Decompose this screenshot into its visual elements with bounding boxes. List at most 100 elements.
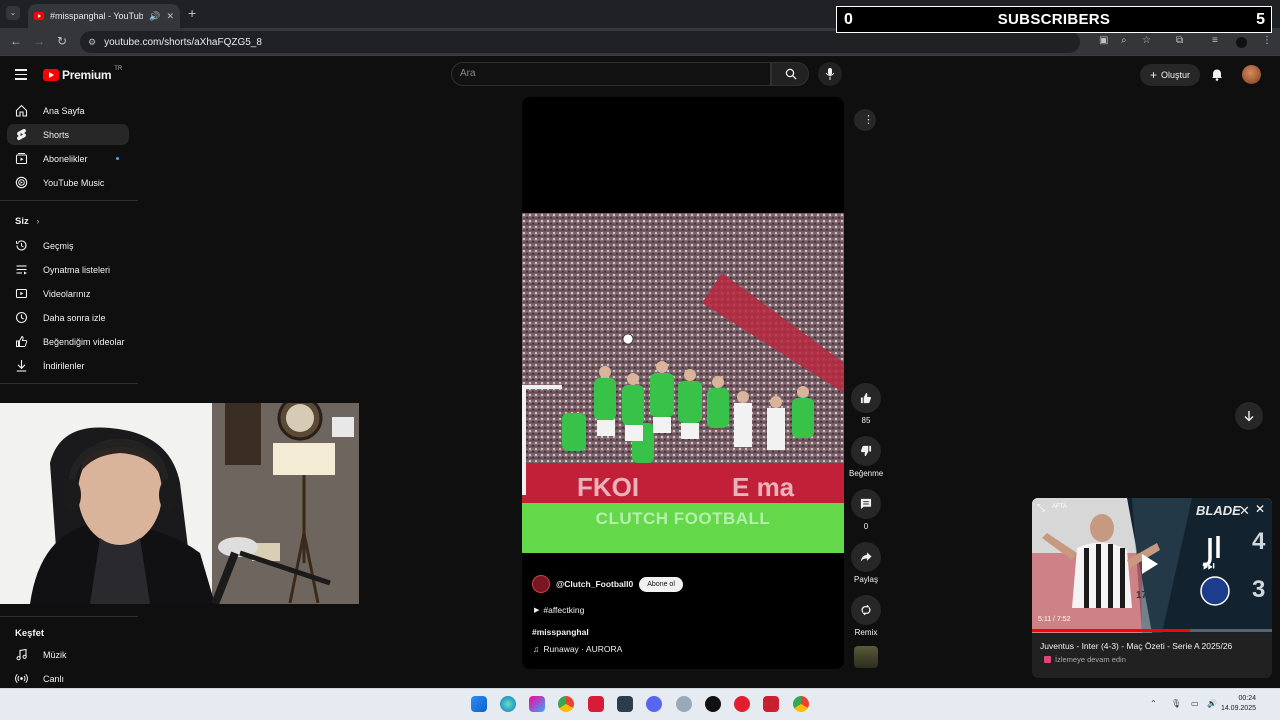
discord-icon[interactable]: [646, 696, 662, 712]
shorts-video-frame[interactable]: FKOI E ma CLUTCH FOOTBALL: [522, 213, 844, 553]
sidebar-label: Videolarınız: [43, 288, 91, 299]
search-input[interactable]: Ara: [451, 62, 771, 86]
microphone-icon: [825, 68, 835, 80]
remix-button[interactable]: Remix: [849, 595, 883, 637]
sidebar-item-shorts[interactable]: Shorts: [7, 124, 129, 145]
music-note-icon: ♫: [533, 644, 540, 654]
share-icon: [860, 552, 872, 562]
subscriber-label: SUBSCRIBERS: [997, 11, 1111, 28]
browser-tab[interactable]: #misspanghal - YouTube 🔊 ✕: [28, 4, 180, 28]
back-icon[interactable]: ←: [10, 34, 22, 48]
app-red-icon[interactable]: [588, 696, 604, 712]
sidebar-item-youtube-music[interactable]: YouTube Music: [7, 172, 129, 193]
like-button[interactable]: 85: [849, 383, 883, 425]
volume-tray-icon[interactable]: 🔊: [1207, 699, 1217, 708]
channel-avatar[interactable]: [532, 575, 550, 593]
miniplayer[interactable]: 17 BLADE ✕ AFTA 4 3 ⏭ 5:11 / 7:52 ⤡ ✕ Ju…: [1032, 498, 1272, 678]
chrome-icon[interactable]: [558, 696, 574, 712]
obs-icon[interactable]: [705, 696, 721, 712]
sidebar-item-home[interactable]: Ana Sayfa: [7, 100, 129, 121]
notifications-bell-icon[interactable]: [1211, 68, 1223, 81]
sidebar-item-your-videos[interactable]: Videolarınız: [7, 283, 129, 304]
shorts-title[interactable]: #misspanghal: [532, 627, 589, 637]
sidebar-heading-explore: Keşfet: [15, 628, 45, 639]
tray-chevron-icon[interactable]: ⌃: [1150, 699, 1157, 708]
site-info-icon[interactable]: ⚙: [88, 37, 96, 48]
tab-close-icon[interactable]: ✕: [166, 11, 174, 22]
extensions-icon[interactable]: ⧉: [1176, 35, 1183, 46]
sidebar-label: Shorts: [43, 129, 70, 140]
forward-icon[interactable]: →: [33, 34, 45, 48]
logo-text: Premium: [62, 68, 112, 82]
music-track: Runaway · AURORA: [543, 644, 623, 654]
sidebar-label: Geçmiş: [43, 240, 74, 251]
voice-search-button[interactable]: [818, 62, 842, 86]
sidebar-label: Müzik: [43, 649, 67, 660]
cast-icon[interactable]: ▣: [1099, 35, 1108, 46]
miniplayer-play-icon[interactable]: [1142, 554, 1158, 574]
score-home: 4: [1252, 528, 1266, 555]
bookmark-star-icon[interactable]: ☆: [1142, 35, 1151, 46]
tab-search-button[interactable]: ⌄: [6, 6, 20, 20]
subscribe-button[interactable]: Abone ol: [639, 576, 683, 592]
sidebar-item-playlists[interactable]: Oynatma listeleri: [7, 259, 129, 280]
liked-videos-icon: [16, 335, 28, 347]
shorts-hashtag-row[interactable]: ▶ #affectking: [534, 605, 584, 615]
watch-later-icon: [15, 311, 28, 324]
next-short-button[interactable]: [1235, 402, 1263, 430]
channel-name[interactable]: @Clutch_Football0: [556, 579, 633, 589]
microphone-tray-icon[interactable]: 🎙: [1171, 699, 1181, 708]
create-button[interactable]: + Oluştur: [1140, 64, 1200, 86]
sidebar-item-liked-videos[interactable]: Beğendiğim videolar: [7, 331, 129, 352]
miniplayer-close-icon[interactable]: ✕: [1255, 502, 1265, 516]
app-red-square-icon[interactable]: [763, 696, 779, 712]
profile-icon[interactable]: [1236, 37, 1247, 48]
url-text[interactable]: youtube.com/shorts/aXhaFQZG5_8: [104, 37, 262, 48]
create-label: Oluştur: [1161, 70, 1191, 80]
comments-button[interactable]: 0: [849, 489, 883, 531]
reload-icon[interactable]: ↻: [57, 34, 67, 48]
sidebar-heading-you[interactable]: Siz ›: [15, 216, 40, 227]
sidebar-item-watch-later[interactable]: Daha sonra izle: [7, 307, 129, 328]
miniplayer-expand-icon[interactable]: ⤡: [1037, 503, 1045, 514]
music-icon: [16, 648, 27, 661]
share-button[interactable]: Paylaş: [849, 542, 883, 584]
edge-icon[interactable]: [500, 696, 516, 712]
sidebar-item-downloads[interactable]: İndirilenler: [7, 355, 129, 376]
remix-icon: [861, 604, 871, 616]
media-control-icon[interactable]: ≡: [1212, 35, 1218, 46]
downloads-icon: [16, 360, 27, 372]
shorts-more-options-button[interactable]: ⋮: [854, 109, 876, 131]
omnibox[interactable]: ⚙ youtube.com/shorts/aXhaFQZG5_8: [80, 31, 1080, 53]
menu-icon[interactable]: [15, 69, 27, 83]
search-button[interactable]: [771, 62, 809, 86]
sidebar-item-subscriptions[interactable]: Abonelikler: [7, 148, 129, 169]
youtube-premium-logo[interactable]: Premium TR: [43, 66, 122, 82]
hashtag-link[interactable]: #affectking: [543, 605, 584, 615]
miniplayer-progress-track[interactable]: [1032, 629, 1272, 632]
windows-taskbar: ⌃ 🎙 ▭ 🔊 00:24 14.09.2025: [0, 688, 1280, 720]
copilot-icon[interactable]: [529, 696, 545, 712]
display-tray-icon[interactable]: ▭: [1191, 699, 1199, 708]
sidebar-item-history[interactable]: Geçmiş: [7, 235, 129, 256]
app-dark-icon[interactable]: [617, 696, 633, 712]
zoom-icon[interactable]: ⌕: [1121, 35, 1127, 46]
account-avatar[interactable]: [1242, 65, 1261, 84]
new-tab-button[interactable]: +: [188, 5, 196, 21]
miniplayer-video[interactable]: 17 BLADE ✕ AFTA 4 3 ⏭ 5:11 / 7:52: [1032, 498, 1272, 633]
settings-gear-icon[interactable]: [676, 696, 692, 712]
share-label: Paylaş: [853, 575, 878, 584]
start-windows-icon[interactable]: [471, 696, 487, 712]
miniplayer-title[interactable]: Juventus - Inter (4-3) - Maç Özeti - Ser…: [1040, 641, 1232, 651]
sidebar-item-live[interactable]: Canlı: [7, 668, 129, 689]
tab-audio-icon[interactable]: 🔊: [149, 11, 160, 22]
media-player-icon[interactable]: [734, 696, 750, 712]
shorts-music-row[interactable]: ♫ Runaway · AURORA: [533, 644, 622, 654]
browser-menu-icon[interactable]: ⋮: [1262, 35, 1272, 46]
taskbar-clock[interactable]: 00:24 14.09.2025: [1221, 694, 1256, 714]
sidebar-item-music[interactable]: Müzik: [7, 644, 129, 665]
chrome-active-icon[interactable]: [793, 696, 809, 712]
dislike-button[interactable]: Beğenme: [849, 436, 883, 478]
sound-thumbnail[interactable]: [854, 646, 878, 668]
miniplayer-next-icon[interactable]: ⏭: [1203, 558, 1215, 574]
